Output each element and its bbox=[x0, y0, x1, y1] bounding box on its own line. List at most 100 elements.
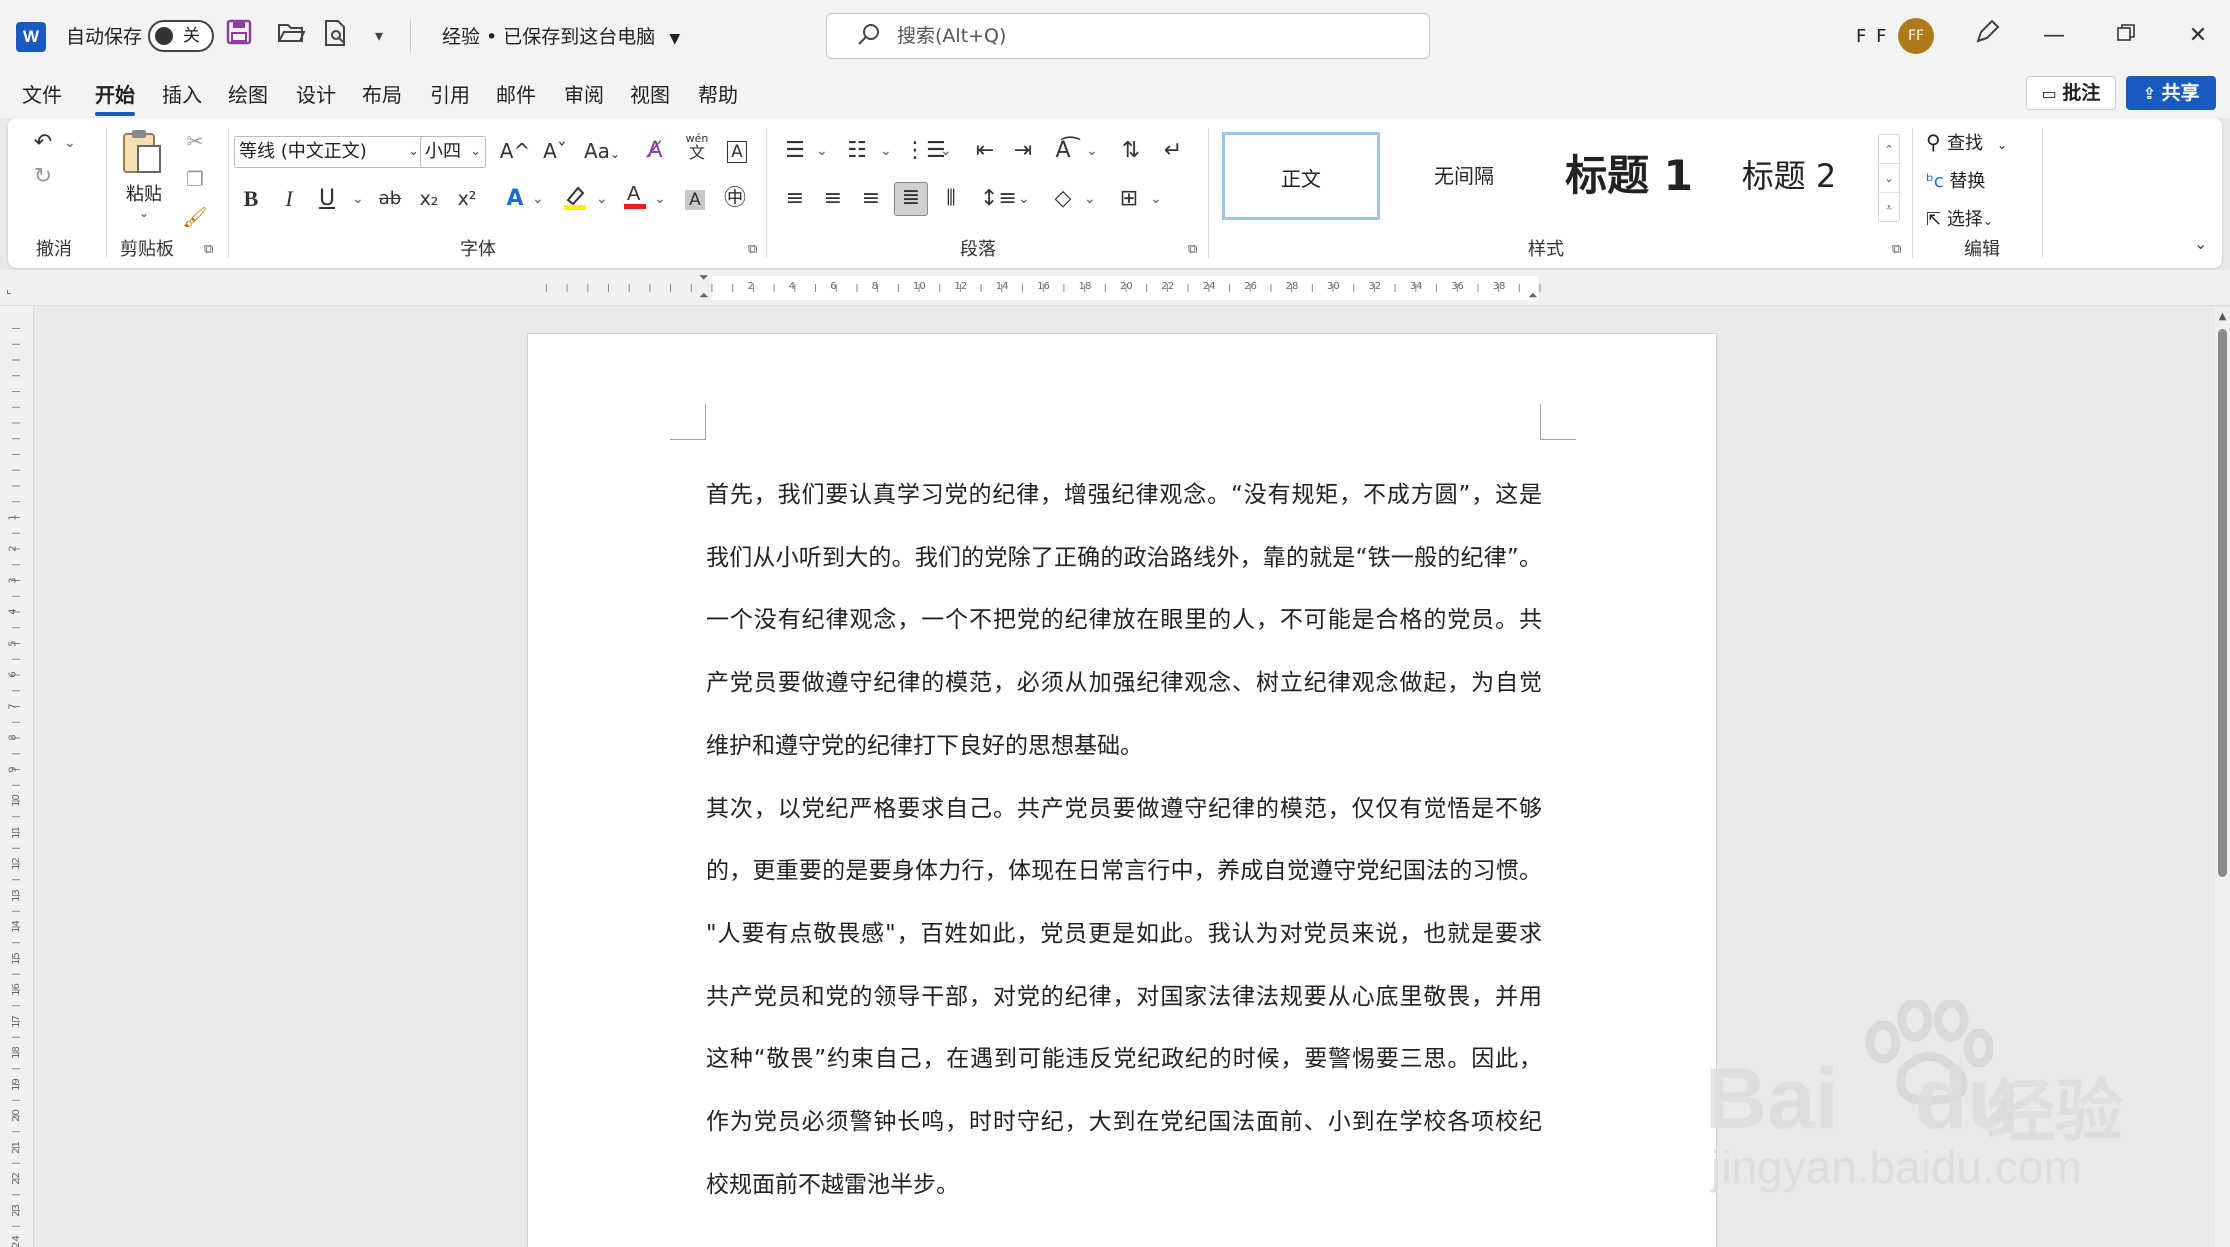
multilevel-list-icon[interactable]: ⋮☰ bbox=[904, 136, 946, 166]
gallery-up-icon[interactable]: ⌃ bbox=[1879, 135, 1899, 164]
sort-icon[interactable]: ⇅ bbox=[1116, 136, 1146, 166]
tab-design[interactable]: 设计 bbox=[296, 80, 336, 110]
collapse-ribbon-icon[interactable]: ⌄ bbox=[2194, 234, 2207, 253]
underline-dropdown-icon[interactable]: ⌄ bbox=[352, 184, 364, 214]
vertical-scrollbar[interactable]: ▲ bbox=[2215, 307, 2230, 1247]
underline-icon[interactable]: U bbox=[312, 184, 342, 214]
character-border-icon[interactable]: A bbox=[720, 136, 754, 167]
tab-home[interactable]: 开始 bbox=[95, 80, 135, 116]
tab-view[interactable]: 视图 bbox=[630, 80, 670, 110]
tab-mailings[interactable]: 邮件 bbox=[496, 80, 536, 110]
undo-icon[interactable]: ↶ bbox=[26, 128, 60, 158]
font-launcher-icon[interactable]: ⧉ bbox=[748, 242, 757, 257]
find-button[interactable]: ⚲ 查找 ⌄ bbox=[1926, 126, 2007, 158]
paste-button[interactable]: 粘贴 ⌄ bbox=[120, 128, 168, 224]
justify-icon[interactable]: ≣ bbox=[894, 182, 928, 216]
line-spacing-icon[interactable]: ↕≡ bbox=[980, 184, 1017, 214]
clipboard-launcher-icon[interactable]: ⧉ bbox=[204, 242, 213, 257]
clear-formatting-icon[interactable]: A̸ bbox=[638, 136, 672, 166]
superscript-icon[interactable]: x² bbox=[452, 184, 482, 214]
shading-icon[interactable]: ◇ bbox=[1048, 184, 1078, 214]
gallery-more-icon[interactable]: ⩡ bbox=[1879, 193, 1899, 222]
customize-toolbar-icon[interactable]: ▾ bbox=[362, 19, 396, 53]
multilevel-dropdown-icon[interactable]: ⌄ bbox=[940, 136, 952, 166]
document-title[interactable]: 经验 • 已保存到这台电脑 ▼ bbox=[442, 22, 680, 54]
font-color-icon[interactable]: A bbox=[620, 182, 650, 219]
decrease-indent-icon[interactable]: ⇤ bbox=[970, 136, 1000, 166]
phonetic-guide-icon[interactable]: wén 文 bbox=[680, 132, 714, 162]
tab-help[interactable]: 帮助 bbox=[698, 80, 738, 110]
borders-icon[interactable]: ⊞ bbox=[1114, 184, 1144, 214]
highlight-icon[interactable] bbox=[558, 184, 592, 219]
restore-icon[interactable] bbox=[2096, 16, 2156, 56]
print-preview-icon[interactable] bbox=[318, 19, 352, 53]
highlight-dropdown-icon[interactable]: ⌄ bbox=[596, 184, 608, 214]
font-size-combo[interactable]: 小四 ⌄ bbox=[420, 136, 486, 168]
character-shading-icon[interactable]: A bbox=[680, 184, 710, 215]
left-indent-marker[interactable]: ⏶ bbox=[699, 288, 709, 303]
format-painter-icon[interactable]: 🖌 bbox=[180, 202, 210, 232]
enclose-characters-icon[interactable]: ㊥ bbox=[720, 184, 750, 214]
tab-draw[interactable]: 绘图 bbox=[228, 80, 268, 110]
minimize-icon[interactable]: — bbox=[2024, 16, 2084, 56]
cut-icon[interactable]: ✂ bbox=[180, 126, 210, 156]
bullets-icon[interactable]: ☰ bbox=[780, 136, 810, 166]
pen-icon[interactable] bbox=[1970, 19, 2004, 53]
gallery-down-icon[interactable]: ⌄ bbox=[1879, 164, 1899, 193]
subscript-icon[interactable]: x₂ bbox=[414, 184, 444, 214]
text-effects-dropdown-icon[interactable]: ⌄ bbox=[532, 184, 544, 214]
font-name-combo[interactable]: 等线 (中文正文) ⌄ bbox=[234, 136, 424, 168]
scrollbar-thumb[interactable] bbox=[2218, 329, 2227, 877]
tab-layout[interactable]: 布局 bbox=[362, 80, 402, 110]
tab-review[interactable]: 审阅 bbox=[564, 80, 604, 110]
open-folder-icon[interactable] bbox=[274, 19, 308, 53]
save-icon[interactable] bbox=[222, 19, 256, 53]
grow-font-icon[interactable]: A^ bbox=[498, 136, 532, 166]
align-center-icon[interactable]: ≡ bbox=[818, 184, 848, 214]
align-left-icon[interactable]: ≡ bbox=[780, 184, 810, 214]
show-marks-icon[interactable]: ↵ bbox=[1158, 136, 1188, 166]
close-icon[interactable]: ✕ bbox=[2168, 16, 2228, 56]
change-case-icon[interactable]: Aa⌄ bbox=[578, 136, 626, 169]
distributed-icon[interactable]: ⫴ bbox=[936, 184, 966, 214]
style-heading-2[interactable]: 标题 2 bbox=[1714, 132, 1864, 220]
share-button[interactable]: ⇪ 共享 bbox=[2126, 76, 2216, 110]
numbering-dropdown-icon[interactable]: ⌄ bbox=[880, 136, 892, 166]
avatar[interactable]: FF bbox=[1898, 18, 1934, 54]
shading-dropdown-icon[interactable]: ⌄ bbox=[1084, 184, 1096, 214]
search-box[interactable] bbox=[826, 13, 1430, 59]
select-button[interactable]: ⇱ 选择⌄ bbox=[1926, 204, 1993, 236]
tab-references[interactable]: 引用 bbox=[430, 80, 470, 110]
chinese-layout-dropdown-icon[interactable]: ⌄ bbox=[1086, 136, 1098, 166]
strikethrough-icon[interactable]: ab bbox=[372, 184, 408, 214]
document-body[interactable]: 首先，我们要认真学习党的纪律，增强纪律观念。“没有规矩，不成方圆”，这是 我们从小… bbox=[706, 464, 1542, 1216]
font-color-dropdown-icon[interactable]: ⌄ bbox=[654, 184, 666, 214]
tab-insert[interactable]: 插入 bbox=[162, 80, 202, 110]
right-indent-marker[interactable]: ⏶ bbox=[1528, 288, 1538, 303]
italic-icon[interactable]: I bbox=[274, 184, 304, 214]
redo-icon[interactable]: ↻ bbox=[26, 162, 60, 192]
bullets-dropdown-icon[interactable]: ⌄ bbox=[816, 136, 828, 166]
copy-icon[interactable]: ❐ bbox=[180, 164, 210, 194]
style-normal[interactable]: 正文 bbox=[1222, 132, 1380, 220]
line-spacing-dropdown-icon[interactable]: ⌄ bbox=[1018, 184, 1030, 214]
autosave-toggle[interactable]: 关 bbox=[148, 20, 214, 52]
align-right-icon[interactable]: ≡ bbox=[856, 184, 886, 214]
increase-indent-icon[interactable]: ⇥ bbox=[1008, 136, 1038, 166]
text-effects-icon[interactable]: A bbox=[500, 184, 530, 214]
replace-button[interactable]: ᵇc 替换 bbox=[1926, 166, 1985, 198]
paragraph-launcher-icon[interactable]: ⧉ bbox=[1188, 242, 1197, 257]
horizontal-ruler[interactable]: ⌞ 2 4 6 8 10 12 14 16 18 20 22 24 26 28 30 32 34 36 38 ⏷ ⏶… bbox=[0, 270, 2230, 306]
scroll-up-icon[interactable]: ▲ bbox=[2216, 311, 2229, 322]
shrink-font-icon[interactable]: Aˇ bbox=[538, 136, 572, 166]
vertical-ruler[interactable]: 1 2 3 4 5 6 7 8 9 10 11 12 13 14 15 16 17 18 19 20 21 22 23 24 bbox=[0, 306, 34, 1247]
search-input[interactable] bbox=[897, 22, 1397, 50]
numbering-icon[interactable]: ☷ bbox=[842, 136, 872, 166]
styles-launcher-icon[interactable]: ⧉ bbox=[1892, 242, 1901, 257]
style-no-spacing[interactable]: 无间隔 bbox=[1384, 132, 1544, 220]
first-line-indent-marker[interactable]: ⏷ bbox=[699, 270, 709, 285]
document-page[interactable]: 首先，我们要认真学习党的纪律，增强纪律观念。“没有规矩，不成方圆”，这是 我们从小… bbox=[527, 333, 1717, 1247]
tab-file[interactable]: 文件 bbox=[22, 80, 62, 110]
styles-gallery-scroll[interactable]: ⌃ ⌄ ⩡ bbox=[1878, 134, 1900, 222]
borders-dropdown-icon[interactable]: ⌄ bbox=[1150, 184, 1162, 214]
